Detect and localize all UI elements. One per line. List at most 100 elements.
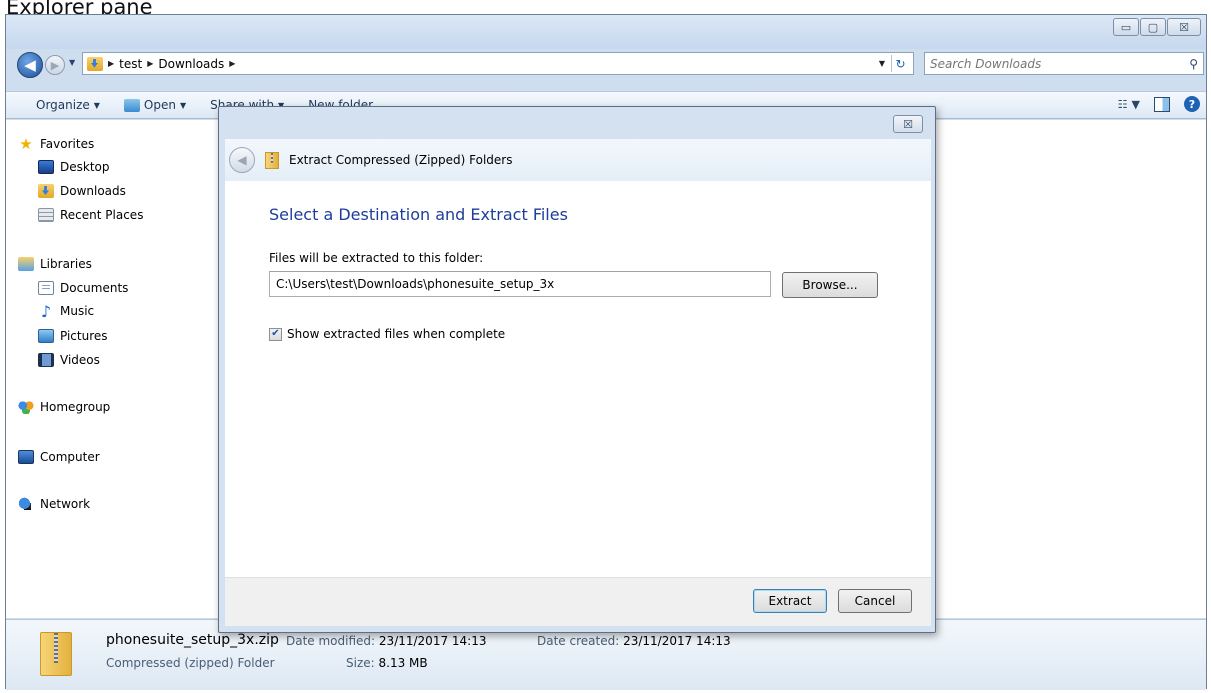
dialog-header: ◀ Extract Compressed (Zipped) Folders xyxy=(225,139,931,181)
details-file-type: Compressed (zipped) Folder xyxy=(106,656,275,670)
show-files-option[interactable]: ✔ Show extracted files when complete xyxy=(269,327,505,341)
libraries-icon xyxy=(18,257,34,271)
address-row: ◀ ▶ ▼ ▶ test ▶ Downloads ▶ ▼ ↻ ⚲ xyxy=(6,49,1206,79)
desktop-icon xyxy=(38,160,54,174)
nav-label-homegroup: Homegroup xyxy=(40,400,111,414)
nav-item-desktop[interactable]: Desktop xyxy=(38,157,110,177)
date-created-value: 23/11/2017 14:13 xyxy=(623,634,731,648)
size-label: Size: xyxy=(346,656,375,670)
breadcrumb-test[interactable]: test xyxy=(119,57,142,71)
homegroup-icon xyxy=(18,400,34,414)
size-value: 8.13 MB xyxy=(378,656,428,670)
search-input[interactable] xyxy=(930,56,1160,71)
nav-item-homegroup[interactable]: Homegroup xyxy=(18,397,110,417)
search-box[interactable]: ⚲ xyxy=(924,52,1204,75)
nav-label-libraries: Libraries xyxy=(40,257,92,271)
preview-pane-icon[interactable] xyxy=(1154,96,1170,112)
nav-item-music[interactable]: ♪ Music xyxy=(38,301,94,321)
details-file-name: phonesuite_setup_3x.zip xyxy=(106,632,279,648)
navigation-pane[interactable]: ★ Favorites Desktop Downloads Recent Plac… xyxy=(6,120,220,618)
breadcrumb-chevron-icon[interactable]: ▶ xyxy=(147,59,153,68)
nav-label-computer: Computer xyxy=(40,450,100,464)
view-list-icon: ☷ xyxy=(1117,97,1128,111)
date-modified-value: 23/11/2017 14:13 xyxy=(378,634,487,648)
nav-label-desktop: Desktop xyxy=(60,160,110,174)
maximize-button[interactable]: ▢ xyxy=(1140,18,1166,36)
nav-label-pictures: Pictures xyxy=(60,329,108,343)
address-bar[interactable]: ▶ test ▶ Downloads ▶ ▼ ↻ xyxy=(82,52,914,75)
extract-button[interactable]: Extract xyxy=(753,589,827,613)
checkmark-icon: ✔ xyxy=(271,328,280,339)
videos-icon xyxy=(38,353,54,367)
date-created-label: Date created: xyxy=(537,634,620,648)
extract-dialog: ☒ ◀ Extract Compressed (Zipped) Folders … xyxy=(218,106,936,633)
zip-file-icon xyxy=(40,632,72,676)
close-button[interactable]: ☒ xyxy=(1167,18,1201,36)
address-actions: ▼ ↻ xyxy=(879,55,909,72)
nav-label-downloads: Downloads xyxy=(60,184,126,198)
nav-item-favorites[interactable]: ★ Favorites xyxy=(18,134,94,154)
open-folder-icon xyxy=(123,98,140,112)
dialog-close-button[interactable]: ☒ xyxy=(893,115,923,133)
minimize-button[interactable]: ▭ xyxy=(1113,18,1139,36)
cancel-button[interactable]: Cancel xyxy=(838,589,912,613)
dialog-footer: Extract Cancel xyxy=(225,577,931,626)
music-icon: ♪ xyxy=(40,301,52,321)
nav-label-videos: Videos xyxy=(60,353,100,367)
chevron-down-icon: ▼ xyxy=(179,100,187,110)
arrow-right-icon: ▶ xyxy=(50,58,60,72)
organize-button[interactable]: Organize ▼ xyxy=(36,98,100,112)
recent-pages-dropdown[interactable]: ▼ xyxy=(69,58,75,67)
search-icon[interactable]: ⚲ xyxy=(1189,57,1198,71)
details-date-created: Date created: 23/11/2017 14:13 xyxy=(537,634,731,648)
dialog-title: Extract Compressed (Zipped) Folders xyxy=(289,153,513,167)
nav-item-computer[interactable]: Computer xyxy=(18,447,100,467)
nav-item-pictures[interactable]: Pictures xyxy=(38,326,108,346)
chevron-down-icon: ▼ xyxy=(93,100,100,110)
nav-item-libraries[interactable]: Libraries xyxy=(18,254,92,274)
dialog-heading: Select a Destination and Extract Files xyxy=(269,205,568,224)
details-size: Size: 8.13 MB xyxy=(346,656,428,670)
nav-item-videos[interactable]: Videos xyxy=(38,350,100,370)
forward-button[interactable]: ▶ xyxy=(45,55,65,75)
show-files-checkbox[interactable]: ✔ xyxy=(269,327,282,341)
destination-input[interactable] xyxy=(269,271,771,297)
browse-button[interactable]: Browse... xyxy=(782,272,878,298)
view-controls: ☷ ▼ ? xyxy=(1118,96,1200,112)
title-bar: ▭ ▢ ☒ xyxy=(6,15,1206,49)
nav-label-network: Network xyxy=(40,497,91,511)
change-view-button[interactable]: ☷ ▼ xyxy=(1118,98,1140,111)
downloads-icon xyxy=(38,184,54,198)
nav-item-documents[interactable]: Documents xyxy=(38,278,128,298)
network-icon xyxy=(18,497,34,511)
zip-folder-icon xyxy=(265,151,279,169)
dialog-back-button[interactable]: ◀ xyxy=(229,147,255,173)
open-label: Open xyxy=(143,98,176,112)
destination-label: Files will be extracted to this folder: xyxy=(269,251,484,265)
breadcrumb-chevron-icon[interactable]: ▶ xyxy=(229,59,235,68)
refresh-icon[interactable]: ↻ xyxy=(891,55,909,72)
breadcrumb-downloads[interactable]: Downloads xyxy=(158,57,224,71)
nav-item-network[interactable]: Network xyxy=(18,494,90,514)
pictures-icon xyxy=(38,329,54,343)
nav-label-documents: Documents xyxy=(60,281,129,295)
back-button[interactable]: ◀ xyxy=(17,52,43,78)
arrow-left-icon: ◀ xyxy=(237,153,247,167)
chevron-down-icon: ▼ xyxy=(1131,97,1140,111)
recent-places-icon xyxy=(38,208,54,222)
dialog-body: Select a Destination and Extract Files F… xyxy=(225,181,931,577)
breadcrumb-chevron-icon[interactable]: ▶ xyxy=(108,59,114,68)
nav-item-downloads[interactable]: Downloads xyxy=(38,181,126,201)
nav-item-recent-places[interactable]: Recent Places xyxy=(38,205,143,225)
address-dropdown-icon[interactable]: ▼ xyxy=(879,59,885,68)
organize-label: Organize xyxy=(36,98,90,112)
help-icon[interactable]: ? xyxy=(1184,96,1200,112)
date-modified-label: Date modified: xyxy=(286,634,376,648)
show-files-label[interactable]: Show extracted files when complete xyxy=(287,327,505,341)
computer-icon xyxy=(18,450,34,464)
documents-icon xyxy=(38,281,54,295)
nav-label-recent-places: Recent Places xyxy=(60,208,144,222)
caption-buttons: ▭ ▢ ☒ xyxy=(1113,18,1201,36)
downloads-folder-icon xyxy=(87,56,103,71)
open-button[interactable]: Open ▼ xyxy=(123,98,187,112)
